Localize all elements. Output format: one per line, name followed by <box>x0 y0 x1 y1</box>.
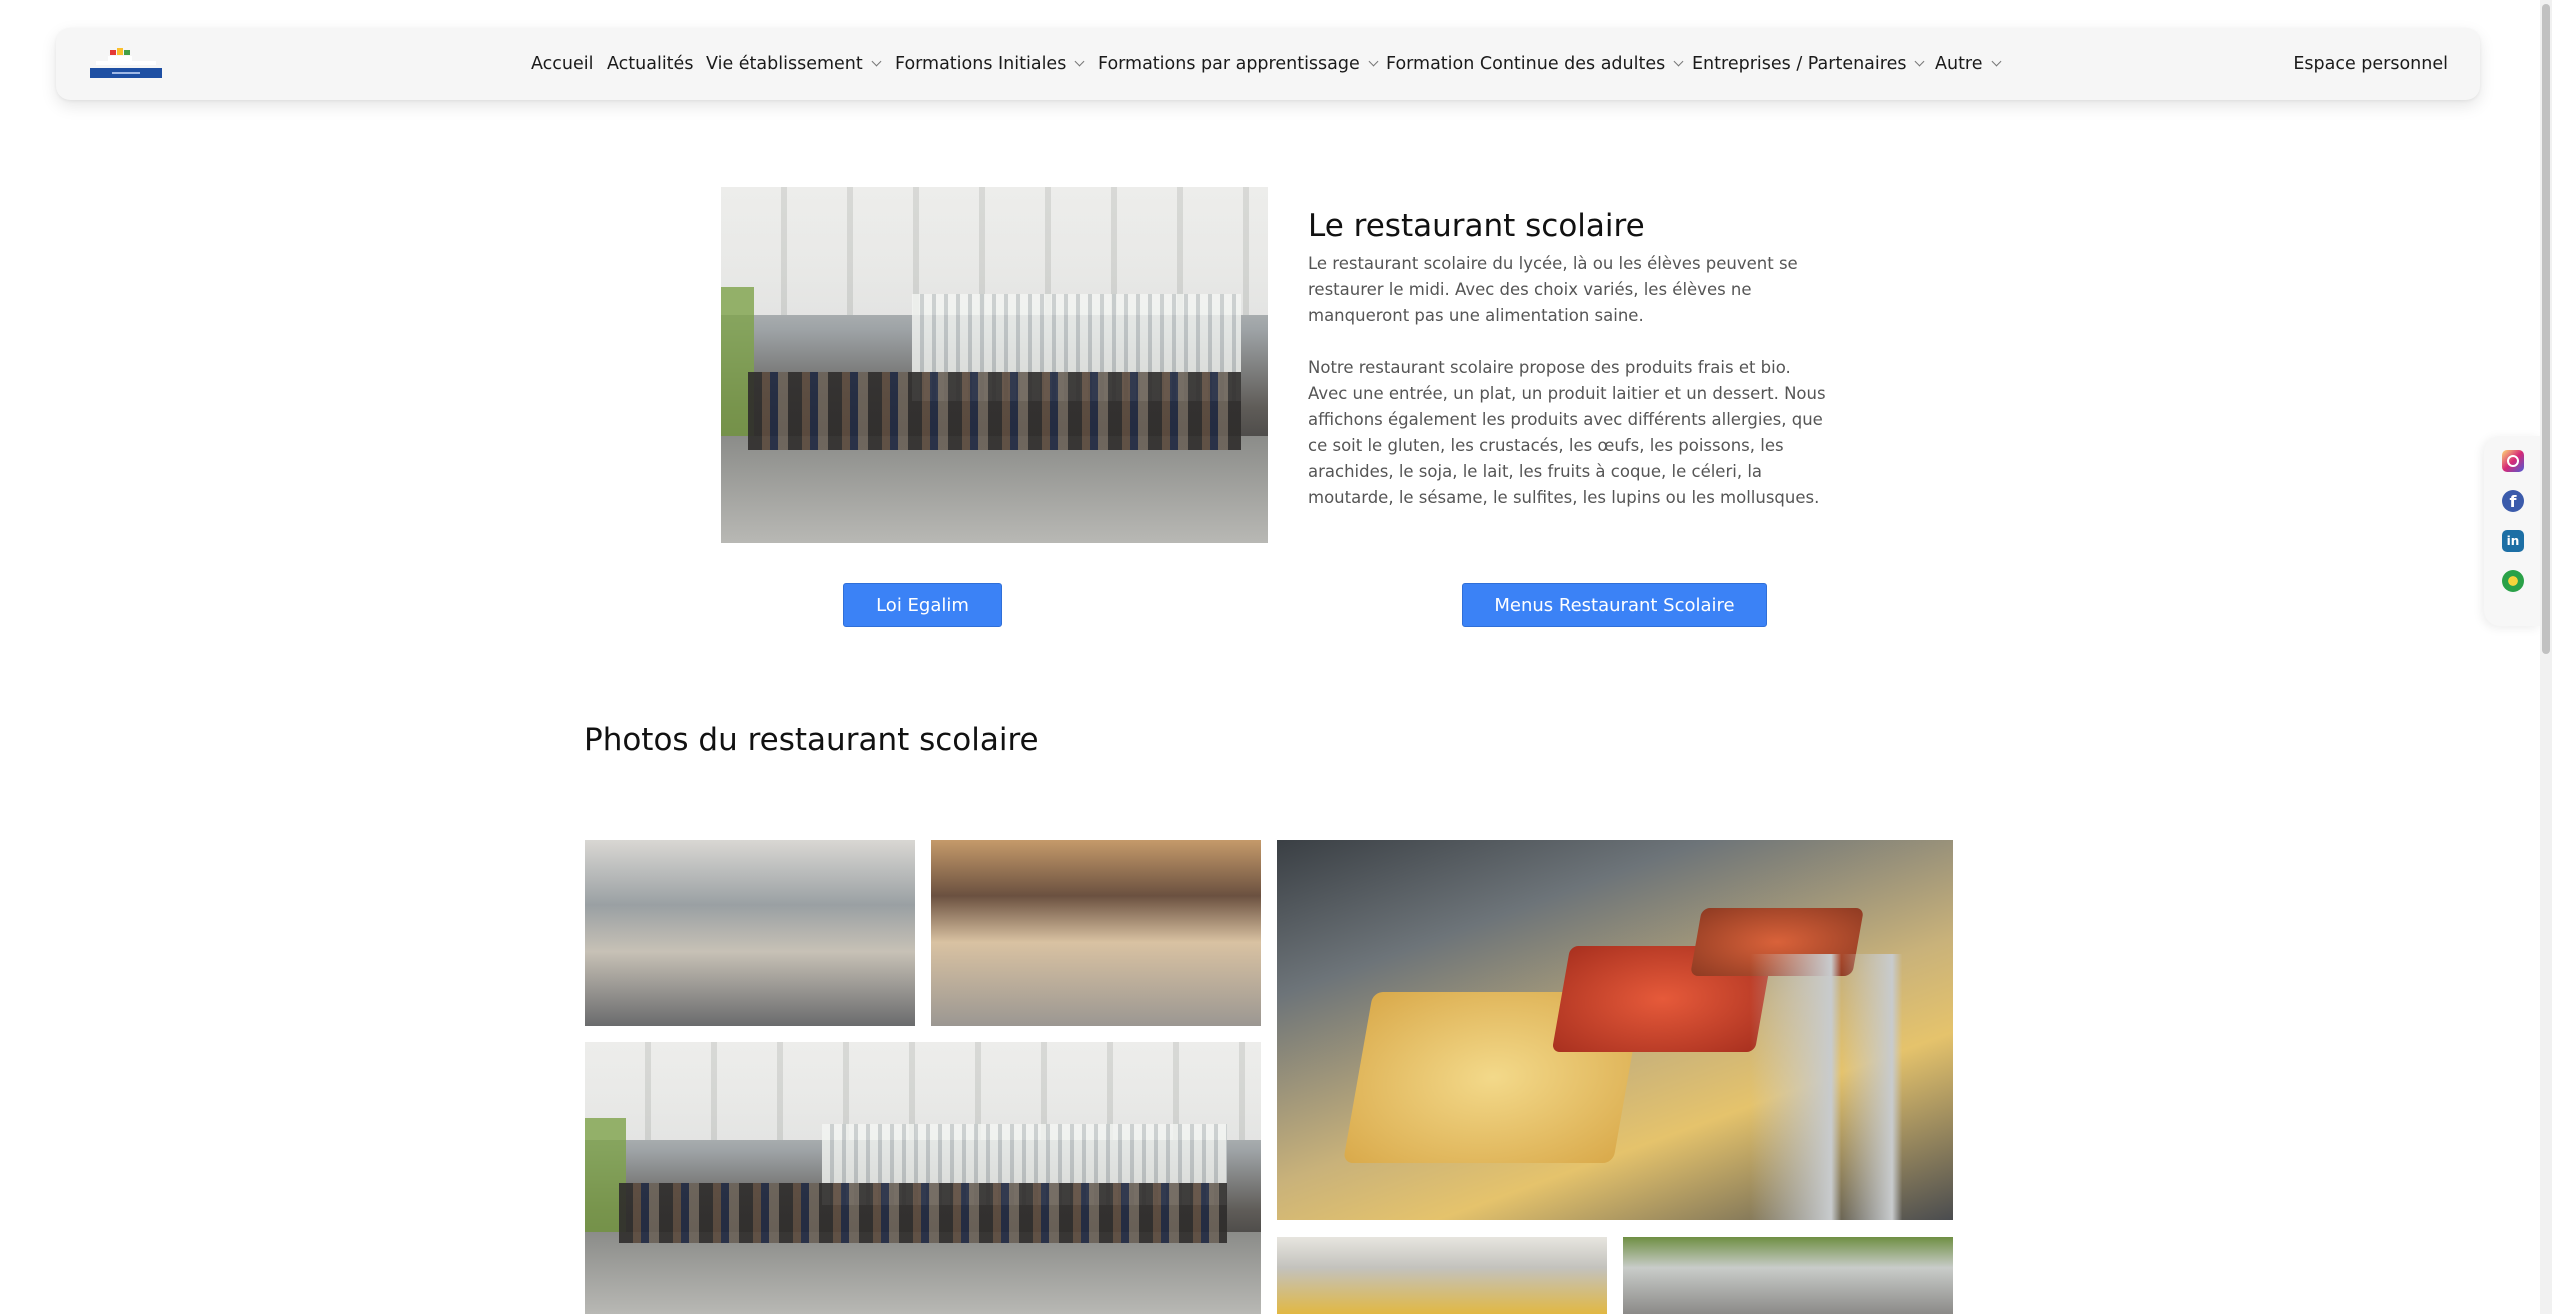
nav-accueil[interactable]: Accueil <box>531 28 594 100</box>
chevron-down-icon <box>1915 56 1925 67</box>
chevron-down-icon <box>1991 56 2001 67</box>
nav-label: Formations par apprentissage <box>1098 54 1360 74</box>
facebook-icon[interactable]: f <box>2502 490 2524 512</box>
gallery-photo-dining-hall[interactable] <box>585 1042 1261 1314</box>
nav-entreprises-partenaires[interactable]: Entreprises / Partenaires <box>1692 28 1925 100</box>
nav-formations-apprentissage[interactable]: Formations par apprentissage <box>1098 28 1379 100</box>
linkedin-icon[interactable]: in <box>2502 530 2524 552</box>
nav-label: Formations Initiales <box>895 54 1067 74</box>
chevron-down-icon <box>1368 56 1379 67</box>
nav-label: Autre <box>1935 54 1983 74</box>
main-nav: Accueil Actualités Vie établissement For… <box>56 28 2480 100</box>
chevron-down-icon <box>871 56 882 67</box>
restaurant-hero-photo <box>721 187 1268 543</box>
gallery-title: Photos du restaurant scolaire <box>584 722 1039 758</box>
page-title: Le restaurant scolaire <box>1308 208 1645 244</box>
intro-paragraph: Le restaurant scolaire du lycée, là ou l… <box>1308 254 1798 325</box>
chevron-down-icon <box>1673 56 1684 67</box>
other-social-icon[interactable] <box>2502 570 2524 592</box>
chevron-down-icon <box>1074 56 1085 67</box>
nav-vie-etablissement[interactable]: Vie établissement <box>706 28 882 100</box>
gallery-photo-cakes[interactable] <box>931 840 1261 1026</box>
gallery-photo-hall-yellow[interactable] <box>1277 1237 1607 1314</box>
loi-egalim-button[interactable]: Loi Egalim <box>843 583 1002 627</box>
espace-personnel-link[interactable]: Espace personnel <box>2293 28 2448 100</box>
nav-autre[interactable]: Autre <box>1935 28 2001 100</box>
gallery-photo-desserts[interactable] <box>585 840 915 1026</box>
page-scrollbar[interactable] <box>2540 0 2552 1314</box>
nav-label: Entreprises / Partenaires <box>1692 54 1907 74</box>
nav-label: Formation Continue des adultes <box>1386 54 1666 74</box>
nav-label: Accueil <box>531 54 594 74</box>
instagram-icon[interactable] <box>2502 450 2524 472</box>
details-paragraph: Notre restaurant scolaire propose des pr… <box>1308 358 1826 507</box>
menus-restaurant-button[interactable]: Menus Restaurant Scolaire <box>1462 583 1767 627</box>
social-sidebar: f in <box>2484 436 2540 626</box>
nav-label: Actualités <box>607 54 694 74</box>
scrollbar-thumb[interactable] <box>2542 4 2550 654</box>
nav-label: Vie établissement <box>706 54 863 74</box>
nav-actualites[interactable]: Actualités <box>607 28 693 100</box>
gallery-photo-buffet[interactable] <box>1277 840 1953 1220</box>
site-header: Accueil Actualités Vie établissement For… <box>56 28 2480 100</box>
nav-formation-continue[interactable]: Formation Continue des adultes <box>1386 28 1684 100</box>
gallery-photo-hall-green[interactable] <box>1623 1237 1953 1314</box>
nav-formations-initiales[interactable]: Formations Initiales <box>895 28 1085 100</box>
